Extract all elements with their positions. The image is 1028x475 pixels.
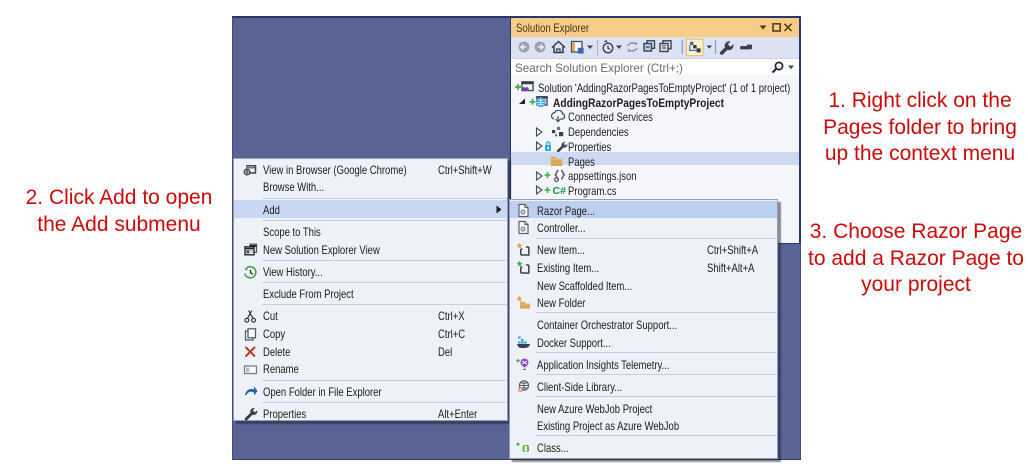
svg-text:C#: C#: [553, 185, 567, 197]
